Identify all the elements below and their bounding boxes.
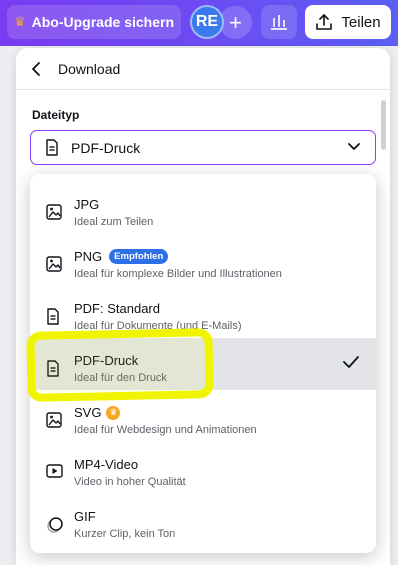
option-description: Ideal für Webdesign und Animationen [74, 424, 257, 436]
plus-icon: + [229, 9, 242, 35]
option-title: MP4-Video [74, 457, 139, 472]
scrollbar-thumb[interactable] [381, 100, 386, 150]
option-gif[interactable]: GIF Kurzer Clip, kein Ton [30, 494, 376, 546]
option-jpg[interactable]: JPG Ideal zum Teilen [30, 182, 376, 234]
upgrade-button[interactable]: ♛ Abo-Upgrade sichern [7, 5, 181, 39]
option-description: Video in hoher Qualität [74, 476, 186, 488]
option-description: Kurzer Clip, kein Ton [74, 528, 176, 540]
option-description: Ideal für komplexe Bilder und Illustrati… [74, 268, 282, 280]
pro-crown-icon: ♛ [106, 405, 121, 420]
video-icon [46, 464, 63, 478]
upload-icon [316, 14, 333, 30]
insights-button[interactable] [261, 5, 297, 39]
option-description: Ideal zum Teilen [74, 216, 154, 228]
crown-icon: ♛ [13, 14, 26, 29]
avatar[interactable]: RE [190, 5, 224, 39]
chevron-down-icon [348, 143, 360, 150]
top-bar: ♛ Abo-Upgrade sichern + RE Teilen [0, 0, 398, 46]
share-label: Teilen [341, 13, 381, 31]
recommended-badge: Empfohlen [109, 249, 169, 264]
image-icon [46, 204, 62, 220]
share-button[interactable]: Teilen [305, 5, 391, 39]
option-title: PNG Empfohlen [74, 249, 169, 264]
document-icon [47, 308, 59, 325]
filetype-label: Dateityp [32, 108, 80, 122]
document-icon [46, 139, 58, 156]
panel-title: Download [58, 61, 121, 77]
avatar-initials: RE [195, 13, 219, 30]
filetype-select[interactable]: PDF-Druck [30, 130, 376, 165]
option-title: SVG ♛ [74, 405, 121, 420]
option-png[interactable]: PNG Empfohlen Ideal für komplexe Bilder u… [30, 234, 376, 286]
chevron-left-icon[interactable] [30, 61, 44, 77]
image-icon [46, 256, 62, 272]
panel-header: Download [16, 48, 390, 90]
filetype-value: PDF-Druck [71, 140, 141, 156]
bar-chart-icon [271, 15, 287, 30]
gif-icon [47, 517, 63, 533]
option-title: GIF [74, 509, 96, 524]
image-icon [46, 412, 62, 428]
option-title: JPG [74, 197, 100, 212]
highlight-marker [26, 328, 214, 402]
option-title: PDF: Standard [74, 301, 160, 316]
option-mp4-video[interactable]: MP4-Video Video in hoher Qualität [30, 442, 376, 494]
upgrade-label: Abo-Upgrade sichern [31, 14, 174, 30]
checkmark-icon [343, 356, 359, 368]
